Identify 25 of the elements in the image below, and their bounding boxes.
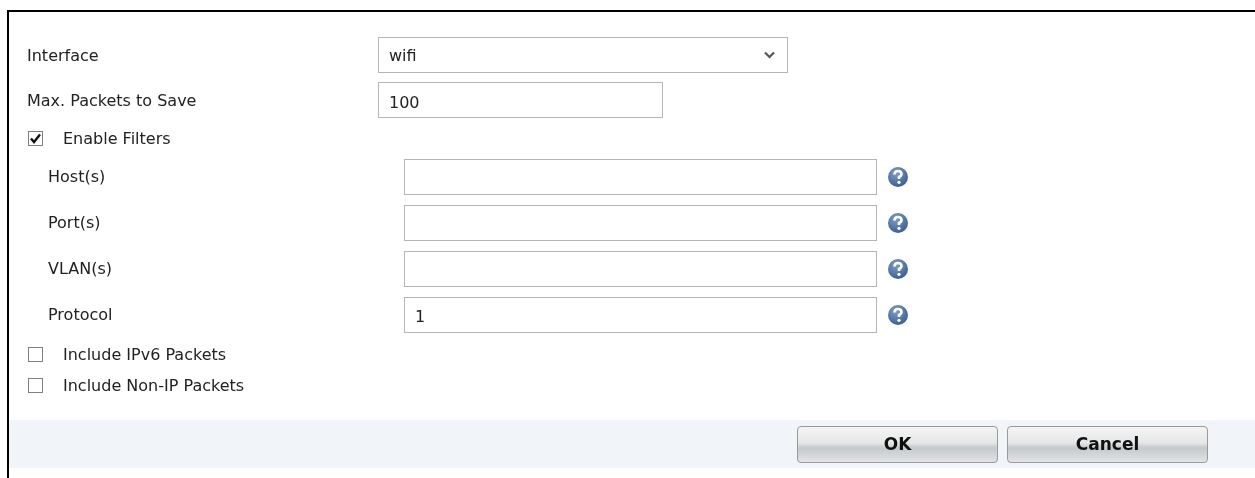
- field-label: Interface: [27, 45, 100, 65]
- text-field[interactable]: [404, 204, 877, 241]
- checkbox-label: Include IPv6 Packets: [63, 344, 227, 364]
- dialog-button[interactable]: OK: [797, 425, 998, 463]
- field-label: Max. Packets to Save: [27, 90, 198, 110]
- text-field[interactable]: [404, 158, 877, 195]
- dialog-button[interactable]: Cancel: [1007, 425, 1208, 463]
- checkbox[interactable]: [28, 346, 43, 362]
- text-field[interactable]: 1: [404, 296, 877, 333]
- help-icon[interactable]: [887, 165, 909, 188]
- checkbox[interactable]: [28, 377, 43, 393]
- chevron-down-icon: [764, 51, 775, 59]
- help-icon[interactable]: [887, 211, 909, 234]
- interface-dropdown[interactable]: wifi: [378, 37, 788, 73]
- text-field[interactable]: [404, 250, 877, 287]
- text-field[interactable]: 100: [378, 82, 663, 118]
- checkbox[interactable]: [28, 130, 43, 146]
- help-icon[interactable]: [887, 303, 909, 326]
- filter-label: VLAN(s): [48, 259, 113, 278]
- filter-label: Host(s): [48, 167, 107, 186]
- checkbox-label: Enable Filters: [63, 128, 171, 148]
- checkbox-label: Include Non-IP Packets: [63, 375, 245, 395]
- filter-label: Port(s): [48, 213, 102, 232]
- filter-label: Protocol: [48, 305, 114, 324]
- help-icon[interactable]: [887, 257, 909, 280]
